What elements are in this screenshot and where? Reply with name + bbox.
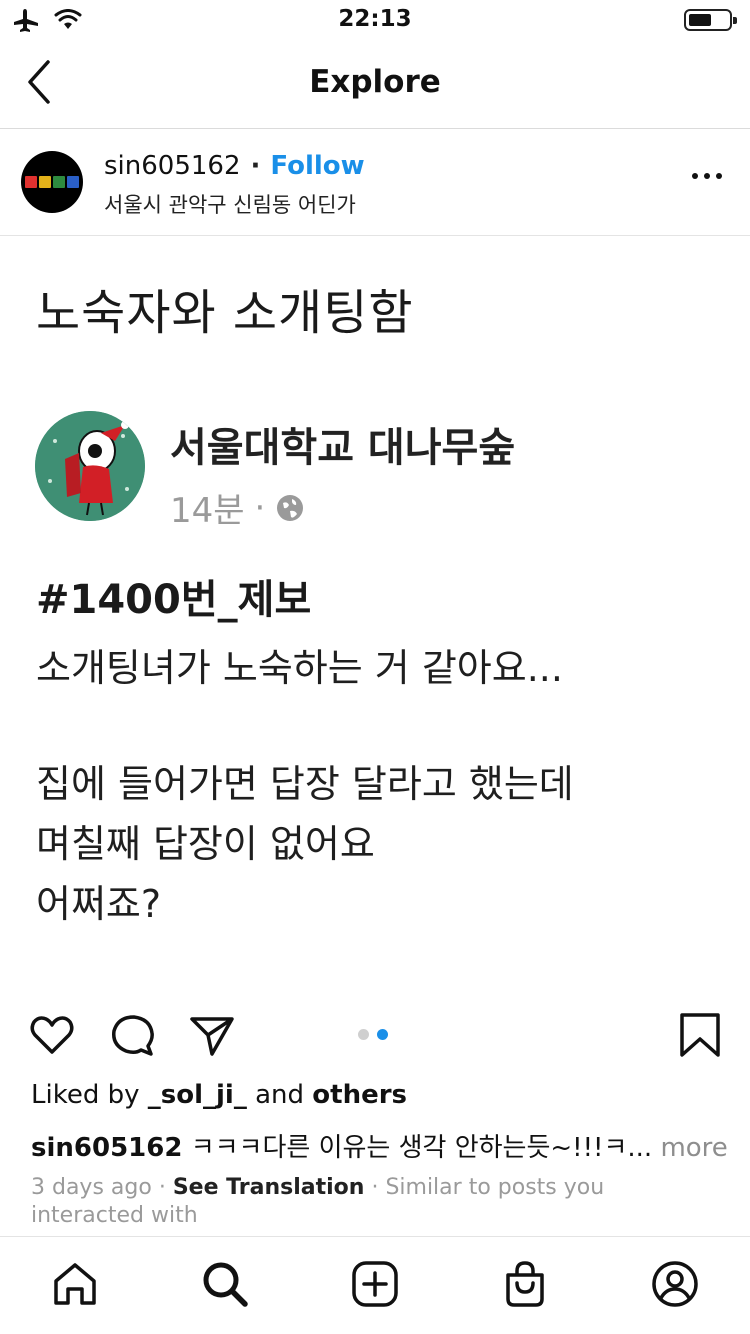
bookmark-icon[interactable] [676,1011,724,1059]
post-time: 3 days ago [31,1175,152,1200]
meta-dot: · [158,1175,166,1200]
post-line: 집에 들어가면 답장 달라고 했는데 [36,762,574,806]
profile-icon[interactable] [650,1259,700,1309]
liked-by-others[interactable]: others [312,1080,407,1110]
post-line: 소개팅녀가 노숙하는 거 같아요... [36,646,563,690]
page-title: Explore [309,64,441,100]
caption-text: ㅋㅋㅋ다른 이유는 생각 안하는듯~!!!ㅋ... [190,1133,653,1163]
share-icon[interactable] [188,1011,236,1059]
avatar-tile [39,176,51,188]
page-name: 서울대학교 대나무숲 [170,425,516,471]
carousel-dot [377,1029,388,1040]
search-icon[interactable] [200,1259,250,1309]
status-time: 22:13 [338,6,412,32]
post-caption: sin605162 ㅋㅋㅋ다른 이유는 생각 안하는듯~!!!ㅋ... more [31,1127,728,1164]
avatar-tile [53,176,65,188]
post-header: sin605162 · Follow 서울시 관악구 신림동 어딘가 [0,129,750,236]
carousel-indicator [358,1029,388,1040]
likes-prefix: Liked by [31,1080,140,1110]
time-ago: 14분 [170,491,245,531]
post-location[interactable]: 서울시 관악구 신림동 어딘가 [104,189,356,219]
globe-icon [277,494,304,521]
page-meta: 14분 · [170,483,305,532]
tab-bar [0,1236,750,1334]
shop-icon[interactable] [500,1259,550,1309]
action-bar [0,1007,750,1077]
new-post-icon[interactable] [350,1259,400,1309]
meta-separator: · [254,487,266,528]
likes-middle: and [255,1080,305,1110]
post-username[interactable]: sin605162 [104,151,241,181]
home-icon[interactable] [50,1259,100,1309]
battery-level [689,14,711,26]
follow-button[interactable]: Follow [270,151,364,181]
comment-icon[interactable] [108,1011,156,1059]
status-bar: 22:13 [0,0,750,40]
meta-dot: · [371,1175,379,1200]
avatar[interactable] [21,151,83,213]
more-horizontal-icon[interactable] [692,173,722,179]
username-line: sin605162 · Follow [104,151,365,181]
bird-character-icon [35,411,145,521]
avatar-tile [67,176,79,188]
likes-summary[interactable]: Liked by _sol_ji_ and others [31,1080,407,1110]
more-dot [692,173,698,179]
post-tag: #1400번_제보 [36,577,312,623]
avatar-tile [25,176,37,188]
post-line: 어쩌죠? [36,882,162,926]
carousel-dot [358,1029,369,1040]
post-image[interactable]: 노숙자와 소개팅함 서울대학교 대나무숲 14분 · #1400번_제보 소개팅… [0,237,750,1007]
post-meta: 3 days ago · See Translation · Similar t… [31,1174,671,1230]
liked-by-user[interactable]: _sol_ji_ [148,1080,247,1110]
image-title: 노숙자와 소개팅함 [36,285,414,341]
post-line: 며칠째 답장이 없어요 [36,822,375,866]
see-translation-link[interactable]: See Translation [173,1175,365,1200]
heart-icon[interactable] [28,1011,76,1059]
caption-username[interactable]: sin605162 [31,1133,182,1163]
battery-icon [684,9,737,31]
separator: · [250,151,261,181]
caption-more-link[interactable]: more [660,1133,727,1163]
more-dot [716,173,722,179]
nav-bar: Explore [0,40,750,129]
more-dot [704,173,710,179]
page-avatar [35,411,145,521]
